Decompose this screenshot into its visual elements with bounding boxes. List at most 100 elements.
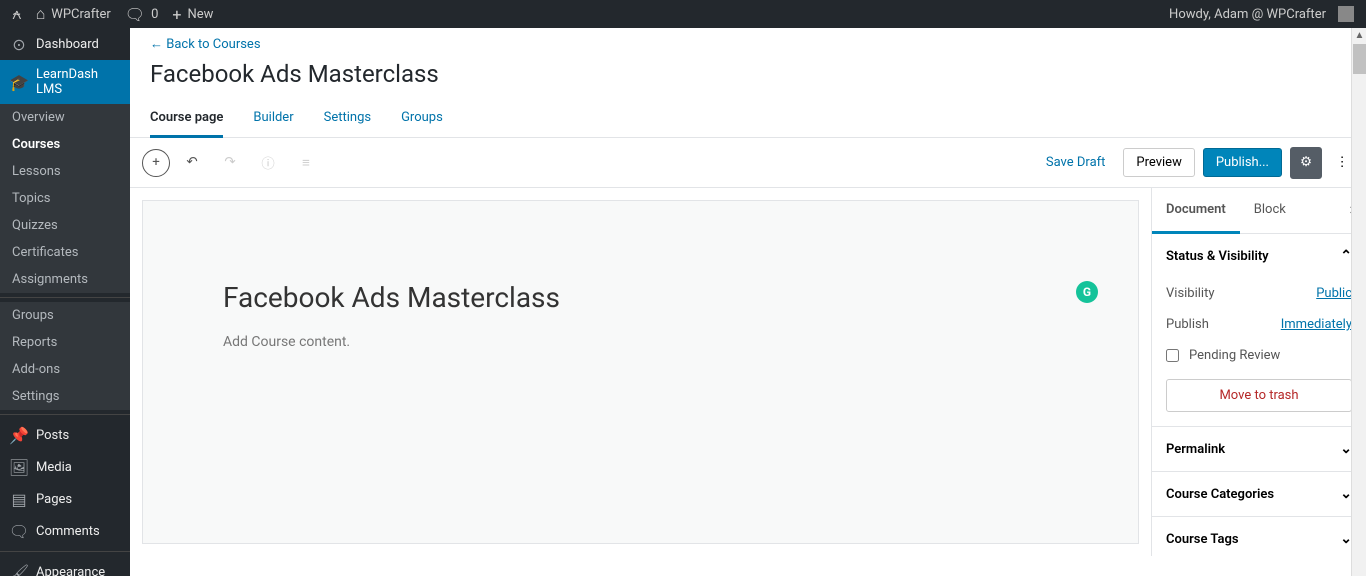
undo-icon: ↶ bbox=[186, 155, 197, 170]
publish-button[interactable]: Publish... bbox=[1203, 148, 1282, 177]
sidebar-sub-courses[interactable]: Courses bbox=[0, 131, 130, 158]
sidebar-sub-topics[interactable]: Topics bbox=[0, 185, 130, 212]
content-area: ← Back to Courses Facebook Ads Mastercla… bbox=[130, 28, 1366, 576]
publish-value-link[interactable]: Immediately bbox=[1281, 317, 1352, 332]
sidebar-pages[interactable]: ▤ Pages bbox=[0, 483, 130, 515]
howdy-link[interactable]: Howdy, Adam @ WPCrafter bbox=[1169, 6, 1354, 22]
media-icon: 🖼 bbox=[10, 458, 28, 476]
more-icon: ⋮ bbox=[1335, 155, 1348, 170]
tab-groups[interactable]: Groups bbox=[401, 100, 443, 137]
home-icon: ⌂ bbox=[36, 4, 46, 24]
learndash-icon: 🎓 bbox=[10, 73, 28, 91]
sidebar-learndash[interactable]: 🎓 LearnDash LMS bbox=[0, 60, 130, 104]
brush-icon: 🖌 bbox=[10, 563, 28, 576]
comments-link[interactable]: 🗨0 bbox=[125, 5, 159, 24]
sidebar-sub-reports[interactable]: Reports bbox=[0, 329, 130, 356]
panel-tabs: Document Block × bbox=[1152, 188, 1366, 234]
tab-settings[interactable]: Settings bbox=[324, 100, 371, 137]
sidebar-separator bbox=[0, 551, 130, 552]
sidebar-media[interactable]: 🖼Media bbox=[0, 451, 130, 483]
tab-course-page[interactable]: Course page bbox=[150, 100, 223, 138]
sidebar-pages-label: Pages bbox=[36, 492, 72, 507]
grammarly-badge-icon[interactable]: G bbox=[1076, 281, 1098, 303]
site-name: WPCrafter bbox=[51, 7, 111, 22]
undo-button[interactable]: ↶ bbox=[176, 147, 208, 179]
editor-canvas[interactable]: Facebook Ads Masterclass Add Course cont… bbox=[142, 200, 1139, 544]
sidebar-dashboard[interactable]: ⊙ Dashboard bbox=[0, 28, 130, 60]
plus-icon: + bbox=[172, 5, 181, 24]
howdy-text: Howdy, Adam @ WPCrafter bbox=[1169, 7, 1326, 22]
admin-sidebar: ⊙ Dashboard 🎓 LearnDash LMS Overview Cours… bbox=[0, 28, 130, 576]
new-link[interactable]: +New bbox=[172, 5, 213, 24]
pending-review-label: Pending Review bbox=[1189, 348, 1280, 363]
panel-categories: Course Categories⌄ bbox=[1152, 472, 1366, 517]
sidebar-sub-overview[interactable]: Overview bbox=[0, 104, 130, 131]
sidebar-sub-groups[interactable]: Groups bbox=[0, 302, 130, 329]
editor-body: Facebook Ads Masterclass Add Course cont… bbox=[130, 188, 1366, 556]
comment-icon: 🗨 bbox=[10, 522, 28, 540]
add-block-button[interactable]: + bbox=[142, 149, 170, 177]
panel-permalink-title: Permalink bbox=[1166, 442, 1225, 457]
panel-permalink: Permalink⌄ bbox=[1152, 427, 1366, 472]
visibility-value-link[interactable]: Public bbox=[1316, 286, 1352, 301]
post-title-input[interactable]: Facebook Ads Masterclass bbox=[223, 281, 1058, 314]
save-draft-button[interactable]: Save Draft bbox=[1036, 149, 1116, 176]
comment-icon: 🗨 bbox=[125, 5, 145, 24]
sidebar-sub-lessons[interactable]: Lessons bbox=[0, 158, 130, 185]
publish-label: Publish bbox=[1166, 317, 1209, 332]
back-to-courses-link[interactable]: ← Back to Courses bbox=[130, 28, 1366, 56]
panel-status-header[interactable]: Status & Visibility⌃ bbox=[1152, 234, 1366, 278]
panel-tags-header[interactable]: Course Tags⌄ bbox=[1152, 517, 1366, 556]
sidebar-comments-label: Comments bbox=[36, 524, 100, 539]
scrollbar-thumb[interactable] bbox=[1353, 44, 1366, 74]
sidebar-learndash-label: LearnDash LMS bbox=[36, 67, 120, 97]
dashboard-icon: ⊙ bbox=[10, 35, 28, 53]
content-placeholder[interactable]: Add Course content. bbox=[223, 334, 1058, 350]
panel-tab-document[interactable]: Document bbox=[1152, 188, 1240, 234]
preview-button[interactable]: Preview bbox=[1123, 148, 1194, 177]
panel-categories-header[interactable]: Course Categories⌄ bbox=[1152, 472, 1366, 516]
panel-status-visibility: Status & Visibility⌃ Visibility Public Pu… bbox=[1152, 234, 1366, 427]
outline-icon: ≡ bbox=[302, 155, 310, 171]
sidebar-sub-assignments[interactable]: Assignments bbox=[0, 266, 130, 293]
sidebar-sub-settings[interactable]: Settings bbox=[0, 383, 130, 410]
info-button[interactable]: ⓘ bbox=[252, 147, 284, 179]
scroll-up-icon[interactable]: ▲ bbox=[1352, 28, 1366, 43]
sidebar-comments[interactable]: 🗨 Comments bbox=[0, 515, 130, 547]
window-scrollbar[interactable]: ▲ bbox=[1351, 28, 1366, 576]
panel-tags-title: Course Tags bbox=[1166, 532, 1239, 547]
settings-button[interactable]: ⚙ bbox=[1290, 147, 1322, 179]
site-link[interactable]: ⌂ WPCrafter bbox=[36, 4, 111, 24]
sidebar-posts[interactable]: 📌Posts bbox=[0, 419, 130, 451]
sidebar-appearance-label: Appearance bbox=[36, 565, 105, 576]
panel-tags: Course Tags⌄ bbox=[1152, 517, 1366, 556]
redo-icon: ↷ bbox=[224, 155, 235, 170]
sidebar-sub-quizzes[interactable]: Quizzes bbox=[0, 212, 130, 239]
gear-icon: ⚙ bbox=[1300, 155, 1312, 170]
page-icon: ▤ bbox=[10, 490, 28, 508]
tab-builder[interactable]: Builder bbox=[253, 100, 293, 137]
wp-logo[interactable]: ⍲ bbox=[12, 4, 22, 24]
sidebar-separator bbox=[0, 297, 130, 298]
plus-icon: + bbox=[152, 155, 160, 170]
comments-count: 0 bbox=[151, 7, 158, 22]
course-tabs: Course page Builder Settings Groups bbox=[130, 100, 1366, 138]
move-to-trash-button[interactable]: Move to trash bbox=[1166, 379, 1352, 412]
sidebar-dashboard-label: Dashboard bbox=[36, 37, 99, 52]
panel-permalink-header[interactable]: Permalink⌄ bbox=[1152, 427, 1366, 471]
visibility-label: Visibility bbox=[1166, 286, 1215, 301]
pending-review-checkbox[interactable] bbox=[1166, 349, 1179, 362]
panel-status-title: Status & Visibility bbox=[1166, 249, 1269, 264]
sidebar-posts-label: Posts bbox=[36, 428, 69, 443]
sidebar-sub-certificates[interactable]: Certificates bbox=[0, 239, 130, 266]
avatar bbox=[1338, 6, 1354, 22]
redo-button[interactable]: ↷ bbox=[214, 147, 246, 179]
sidebar-separator bbox=[0, 414, 130, 415]
sidebar-appearance[interactable]: 🖌 Appearance bbox=[0, 556, 130, 576]
sidebar-sub-addons[interactable]: Add-ons bbox=[0, 356, 130, 383]
outline-button[interactable]: ≡ bbox=[290, 147, 322, 179]
panel-tab-block[interactable]: Block bbox=[1240, 188, 1300, 233]
panel-categories-title: Course Categories bbox=[1166, 487, 1274, 502]
editor-toolbar: + ↶ ↷ ⓘ ≡ Save Draft Preview Publish... … bbox=[130, 138, 1366, 188]
wordpress-icon: ⍲ bbox=[12, 4, 22, 24]
